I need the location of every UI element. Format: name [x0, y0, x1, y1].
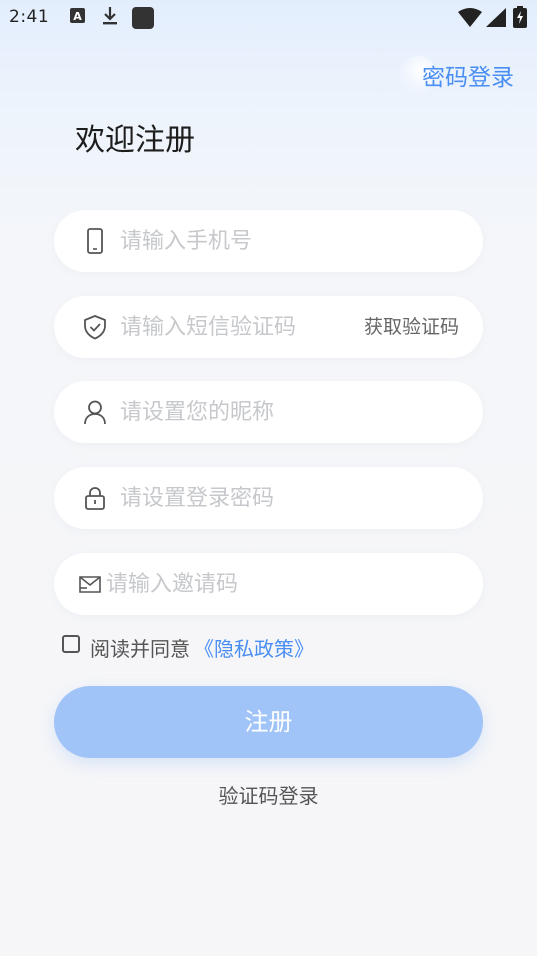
phone-icon — [87, 228, 103, 254]
user-icon — [84, 400, 106, 425]
password-field[interactable] — [54, 467, 483, 529]
download-icon — [103, 7, 117, 25]
page-title: 欢迎注册 — [75, 123, 195, 158]
lock-icon — [85, 487, 105, 510]
sms-code-input[interactable] — [120, 296, 340, 358]
code-login-link[interactable]: 验证码登录 — [0, 780, 537, 809]
register-button[interactable]: 注册 — [54, 686, 483, 758]
agreement-text: 阅读并同意 — [90, 637, 190, 661]
wifi-icon — [458, 8, 482, 27]
battery-charging-icon — [513, 6, 527, 28]
phone-field[interactable] — [54, 210, 483, 272]
sms-code-field[interactable]: 获取验证码 — [54, 296, 483, 358]
notification-a-icon: A — [70, 8, 85, 23]
phone-input[interactable] — [120, 210, 380, 272]
status-time: 2:41 — [9, 7, 50, 27]
mail-icon — [79, 576, 101, 593]
privacy-policy-link[interactable]: 《隐私政策》 — [194, 633, 314, 662]
nickname-field[interactable] — [54, 381, 483, 443]
status-bar: 2:41 A — [0, 0, 537, 38]
invite-code-input[interactable] — [106, 553, 366, 615]
cell-signal-icon — [486, 8, 506, 27]
password-input[interactable] — [120, 467, 380, 529]
agreement-checkbox[interactable] — [62, 635, 80, 653]
get-code-button[interactable]: 获取验证码 — [364, 296, 459, 358]
app-square-icon — [132, 7, 154, 29]
invite-code-field[interactable] — [54, 553, 483, 615]
nickname-input[interactable] — [120, 381, 380, 443]
shield-check-icon — [84, 315, 106, 340]
svg-text:A: A — [73, 10, 82, 23]
password-login-link[interactable]: 密码登录 — [422, 58, 514, 92]
